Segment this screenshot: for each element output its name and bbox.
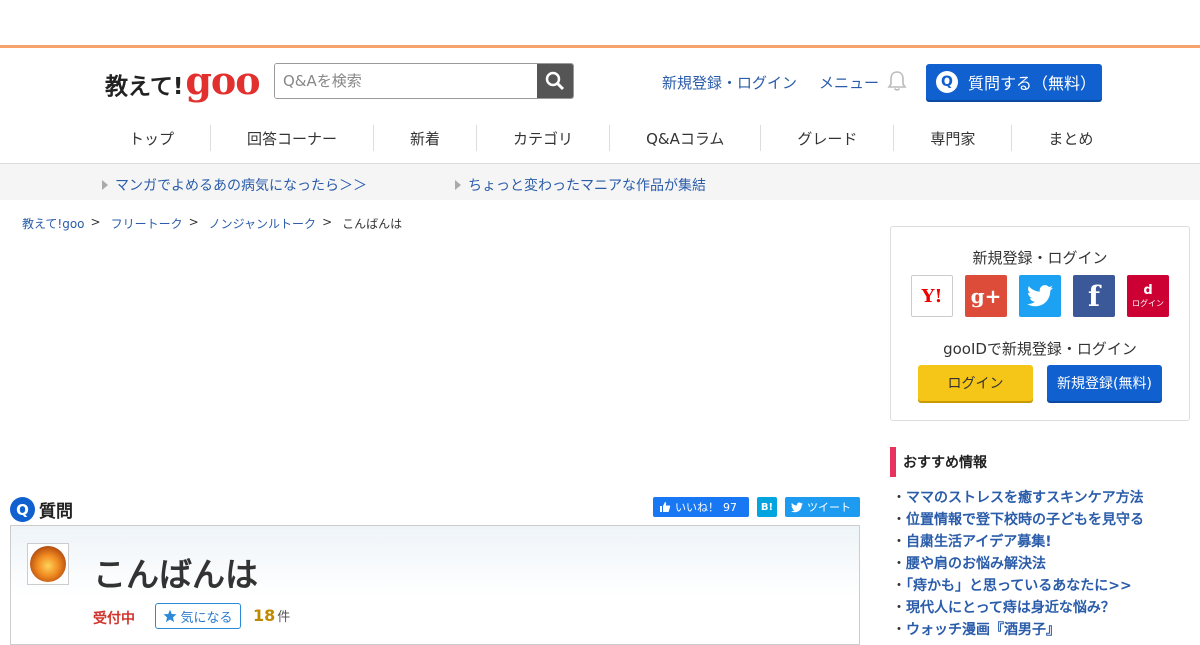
twitter-bird-icon	[1027, 285, 1053, 307]
recommend-link[interactable]: 現代人にとって痔は身近な悩み？	[906, 600, 1115, 616]
nav-top[interactable]: トップ	[105, 125, 212, 151]
facebook-login-button[interactable]: f	[1073, 275, 1115, 317]
twitter-login-button[interactable]	[1019, 275, 1061, 317]
recommend-link[interactable]: 腰や肩のお悩み解決法	[906, 556, 1046, 572]
breadcrumb-item[interactable]: ノンジャンルトーク	[209, 215, 316, 232]
nav-answer-corner[interactable]: 回答コーナー	[211, 125, 375, 151]
global-nav: トップ 回答コーナー 新着 カテゴリ Q&Aコラム グレード 専門家 まとめ	[0, 113, 1200, 163]
nav-expert[interactable]: 専門家	[894, 125, 1013, 151]
breadcrumb-current: こんばんは	[342, 217, 403, 231]
star-icon	[164, 609, 177, 623]
thumbs-up-icon	[660, 502, 671, 512]
question-title: こんばんは	[93, 555, 258, 594]
watch-label: 気になる	[180, 610, 233, 626]
q-icon: Q	[936, 71, 958, 93]
promo-link-mania[interactable]: ちょっと変わったマニアな作品が集結	[455, 175, 706, 195]
login-box-title: 新規登録・ログイン	[972, 249, 1108, 267]
logo-text: 教えて!	[105, 74, 184, 100]
logo-brand: goo	[185, 58, 260, 103]
question-section-heading: Q 質問	[10, 497, 73, 522]
breadcrumb-separator: >	[188, 215, 199, 229]
list-item: ママのストレスを癒すスキンケア方法	[890, 487, 1200, 509]
nav-new[interactable]: 新着	[374, 125, 478, 151]
question-icon: Q	[10, 497, 35, 522]
search-button[interactable]	[537, 64, 573, 98]
nav-category[interactable]: カテゴリ	[477, 125, 611, 151]
ask-button-label: 質問する（無料）	[968, 74, 1097, 93]
nav-qa-column[interactable]: Q&Aコラム	[610, 125, 762, 151]
like-label: いいね！	[675, 501, 719, 514]
search-icon	[545, 71, 565, 91]
list-item: 現代人にとって痔は身近な悩み？	[890, 597, 1200, 619]
recommend-link[interactable]: 「痔かも」と思っているあなたに>>	[906, 578, 1132, 594]
docomo-icon: d	[1143, 283, 1153, 298]
sns-login-buttons: Y! g+ f d ログイン	[911, 275, 1169, 317]
header-links: 新規登録・ログイン メニュー	[662, 72, 879, 93]
like-count: 97	[723, 500, 737, 514]
promo-bar: マンガでよめるあの病気になったら＞＞ ちょっと変わったマニアな作品が集結	[0, 163, 1200, 200]
recommend-title: おすすめ情報	[890, 447, 1200, 477]
login-button[interactable]: ログイン	[918, 365, 1033, 401]
breadcrumb-separator: >	[90, 215, 101, 229]
search-input[interactable]	[275, 64, 537, 98]
recommend-link[interactable]: 位置情報で登下校時の子どもを見守る	[906, 512, 1144, 528]
status-badge: 受付中	[93, 611, 135, 627]
watch-count-unit: 件	[277, 610, 291, 625]
list-item: 「痔かも」と思っているあなたに>>	[890, 575, 1200, 597]
google-login-button[interactable]: g+	[965, 275, 1007, 317]
watch-count-value: 18	[253, 606, 276, 625]
site-header: 教えて! goo 新規登録・ログイン メニュー Q 質問する（無料）	[0, 48, 1200, 113]
breadcrumb-item[interactable]: フリートーク	[111, 215, 183, 232]
recommend-link[interactable]: ママのストレスを癒すスキンケア方法	[906, 490, 1144, 506]
docomo-login-button[interactable]: d ログイン	[1127, 275, 1169, 317]
tweet-label: ツイート	[807, 501, 851, 514]
recommend-section: おすすめ情報 ママのストレスを癒すスキンケア方法 位置情報で登下校時の子どもを見…	[890, 447, 1200, 641]
recommend-link[interactable]: 自粛生活アイデア募集!	[906, 534, 1052, 550]
ask-question-button[interactable]: Q 質問する（無料）	[926, 64, 1102, 100]
twitter-bird-icon	[791, 502, 803, 512]
avatar-image	[30, 546, 66, 582]
gooid-label: gooIDで新規登録・ログイン	[943, 340, 1137, 358]
list-item: 位置情報で登下校時の子どもを見守る	[890, 509, 1200, 531]
avatar[interactable]	[27, 543, 69, 585]
question-card: こんばんは 受付中 気になる 18 件	[10, 525, 860, 645]
recommend-link[interactable]: ウォッチ漫画『酒男子』	[906, 622, 1060, 638]
register-login-link[interactable]: 新規登録・ログイン	[662, 72, 797, 93]
nav-matome[interactable]: まとめ	[1012, 125, 1129, 151]
menu-link[interactable]: メニュー	[819, 72, 879, 93]
notification-button[interactable]	[886, 70, 908, 96]
bell-icon	[887, 71, 907, 91]
list-item: 腰や肩のお悩み解決法	[890, 553, 1200, 575]
list-item: 自粛生活アイデア募集!	[890, 531, 1200, 553]
site-logo[interactable]: 教えて! goo	[105, 58, 261, 103]
nav-grade[interactable]: グレード	[761, 125, 895, 151]
docomo-label: ログイン	[1132, 299, 1164, 308]
breadcrumb-item[interactable]: 教えて!goo	[22, 215, 85, 232]
breadcrumb: 教えて!goo > フリートーク > ノンジャンルトーク > こんばんは	[22, 215, 402, 232]
register-button[interactable]: 新規登録(無料)	[1047, 365, 1162, 401]
top-ad-bar	[0, 0, 1200, 48]
breadcrumb-separator: >	[322, 215, 333, 229]
watch-button[interactable]: 気になる	[155, 603, 241, 629]
social-buttons: いいね！ 97 B! ツイート	[653, 497, 860, 517]
facebook-like-button[interactable]: いいね！ 97	[653, 497, 749, 517]
login-box: 新規登録・ログイン Y! g+ f d ログイン gooIDで新規登録・ログイン…	[890, 226, 1190, 421]
question-section-label: 質問	[39, 502, 73, 522]
promo-link-manga[interactable]: マンガでよめるあの病気になったら＞＞	[102, 175, 367, 195]
yahoo-login-button[interactable]: Y!	[911, 275, 953, 317]
search-box	[274, 63, 574, 99]
watch-count: 18 件	[253, 606, 290, 625]
list-item: ウォッチ漫画『酒男子』	[890, 619, 1200, 641]
tweet-button[interactable]: ツイート	[785, 497, 860, 517]
hatena-bookmark-button[interactable]: B!	[757, 497, 777, 517]
recommend-list: ママのストレスを癒すスキンケア方法 位置情報で登下校時の子どもを見守る 自粛生活…	[890, 487, 1200, 641]
